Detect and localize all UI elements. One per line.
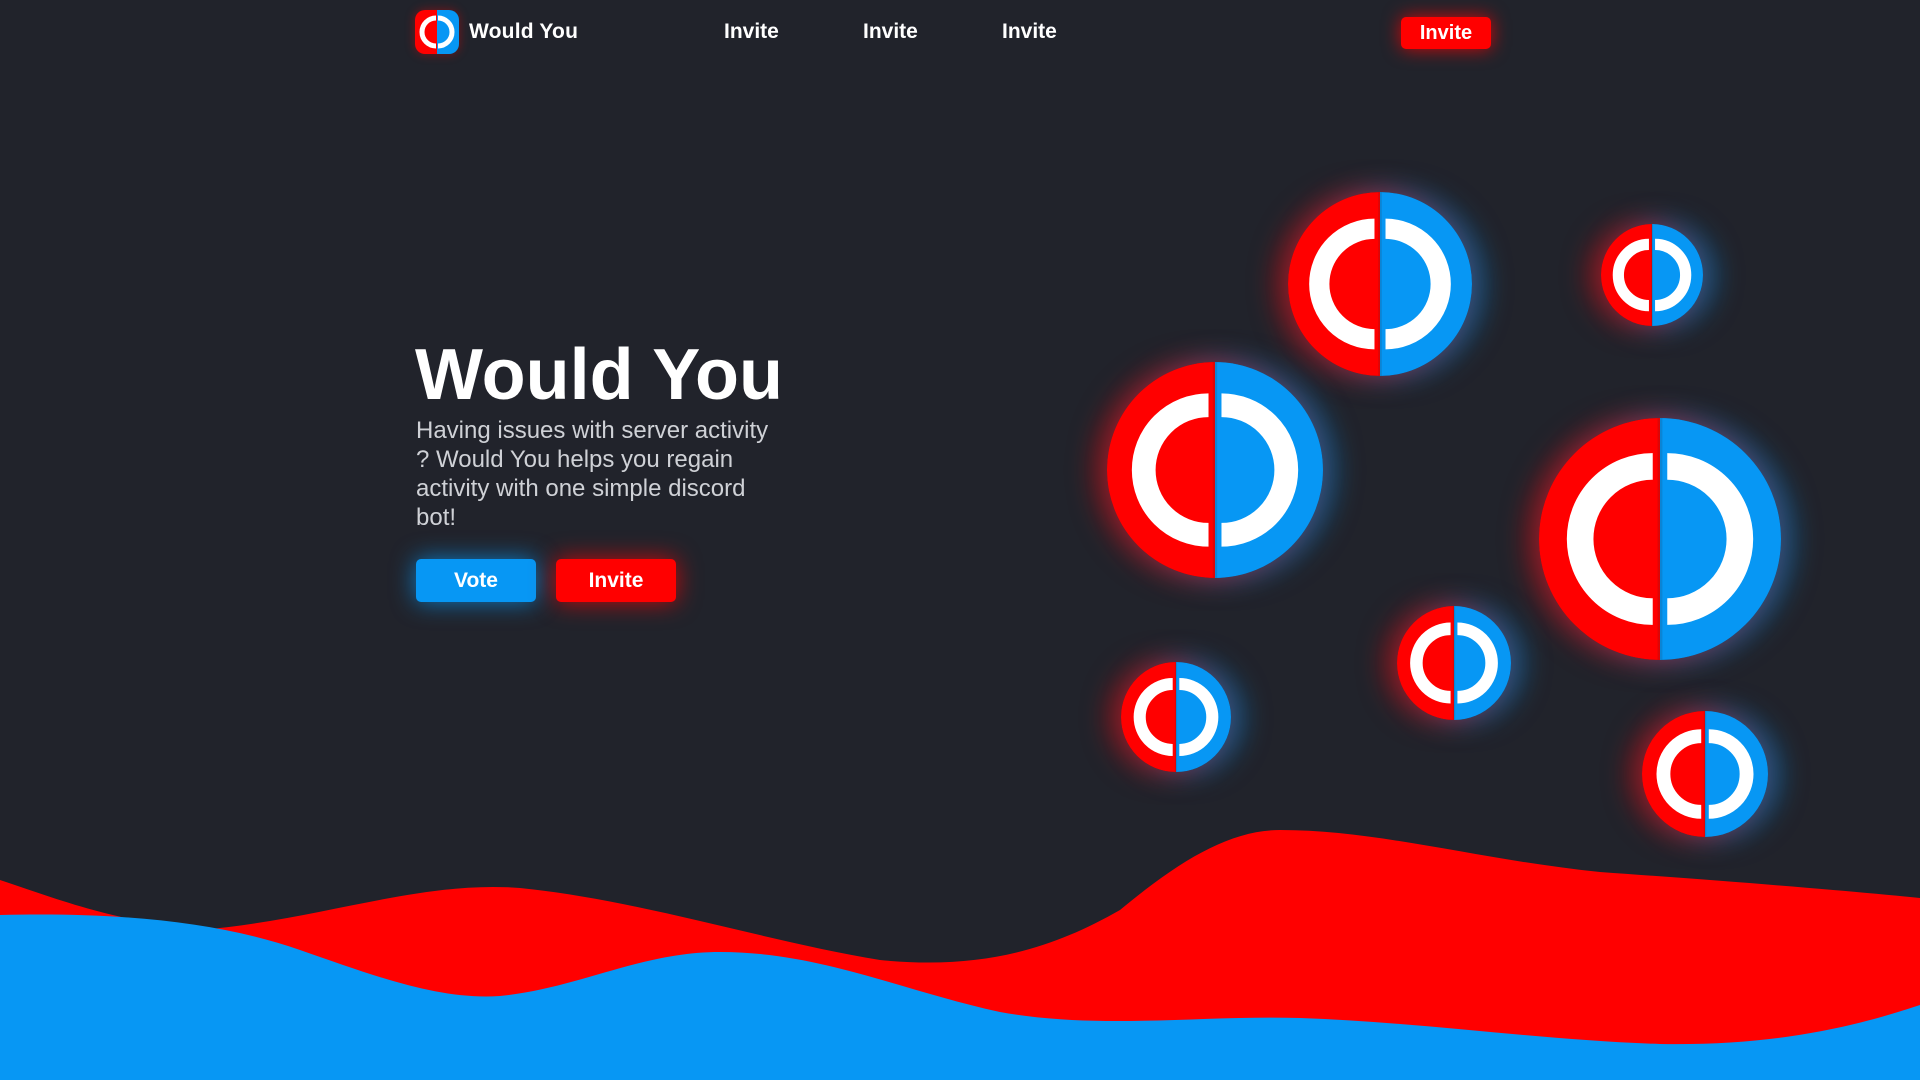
nav-link-invite-2[interactable]: Invite <box>863 20 918 44</box>
brand-name: Would You <box>469 20 579 43</box>
would-you-logo-icon <box>1121 662 1231 772</box>
nav-invite-button[interactable]: Invite <box>1401 17 1491 49</box>
would-you-logo-icon <box>1288 192 1472 376</box>
brand-home-link[interactable]: Would You <box>415 10 578 54</box>
nav-link-invite-1[interactable]: Invite <box>724 20 779 44</box>
top-navbar: Would You Invite Invite Invite Invite <box>0 0 1920 66</box>
nav-link-invite-3[interactable]: Invite <box>1002 20 1057 44</box>
wave-background <box>0 830 1920 1080</box>
hero-title: Would You <box>415 335 783 415</box>
would-you-logo-icon <box>1397 606 1511 720</box>
would-you-logo-icon <box>1601 224 1703 326</box>
landing-page: Would You Invite Invite Invite Invite Wo… <box>0 0 1920 1080</box>
vote-button[interactable]: Vote <box>416 559 536 602</box>
would-you-logo-icon <box>1539 418 1781 660</box>
would-you-logo-icon <box>415 10 459 54</box>
invite-button[interactable]: Invite <box>556 559 676 602</box>
hero-description: Having issues with server activity ? Wou… <box>416 417 769 531</box>
would-you-logo-icon <box>1107 362 1323 578</box>
